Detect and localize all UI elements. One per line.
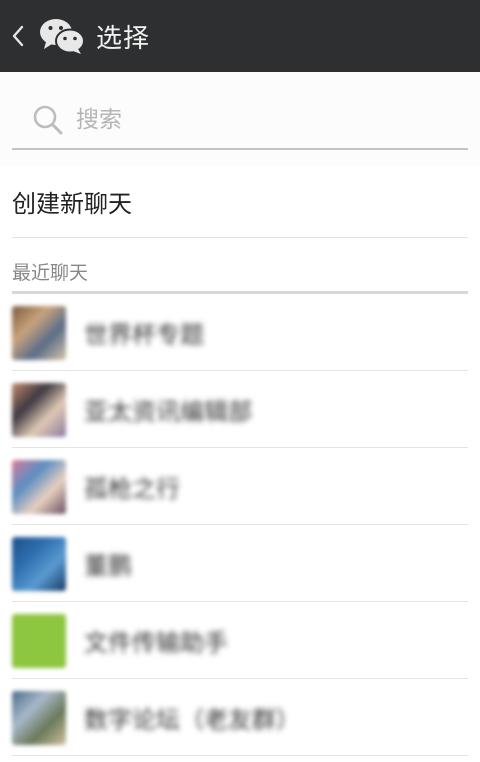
page-title: 选择 — [96, 23, 151, 54]
title-bar: 选择 — [0, 0, 480, 72]
chat-name: 数字论坛（老友群） — [84, 706, 300, 734]
back-button[interactable] — [2, 0, 34, 72]
avatar — [12, 459, 66, 514]
search-input[interactable] — [76, 107, 436, 133]
chat-name: 董鹏 — [84, 552, 132, 580]
avatar — [12, 690, 66, 745]
recent-chats-header: 最近聊天 — [12, 258, 468, 294]
chat-name: 文件传输助手 — [84, 629, 228, 657]
avatar — [12, 613, 66, 668]
search-icon — [33, 105, 63, 135]
chat-name: 亚太资讯编辑部 — [84, 398, 252, 426]
recent-chat-list: 世界杯专题亚太资讯编辑部 孤枪之行董鹏文件传输助手数字论坛（老友群） — [0, 294, 480, 756]
search-box[interactable] — [12, 92, 468, 150]
avatar — [12, 382, 66, 437]
chat-list-item[interactable]: 孤枪之行 — [0, 448, 480, 525]
wechat-logo-icon — [40, 19, 85, 54]
avatar — [12, 305, 66, 360]
chat-name: 孤枪之行 — [84, 475, 180, 503]
chat-list-item[interactable]: 文件传输助手 — [0, 602, 480, 679]
chat-list-item[interactable]: 数字论坛（老友群） — [0, 679, 480, 756]
avatar — [12, 536, 66, 591]
chat-name: 世界杯专题 — [84, 321, 204, 349]
search-area — [0, 72, 480, 166]
chat-list-item[interactable]: 世界杯专题 — [0, 294, 480, 371]
create-new-chat-button[interactable]: 创建新聊天 — [12, 166, 468, 238]
chevron-left-icon — [12, 25, 24, 47]
chat-list-item[interactable]: 董鹏 — [0, 525, 480, 602]
chat-list-item[interactable]: 亚太资讯编辑部 — [0, 371, 480, 448]
